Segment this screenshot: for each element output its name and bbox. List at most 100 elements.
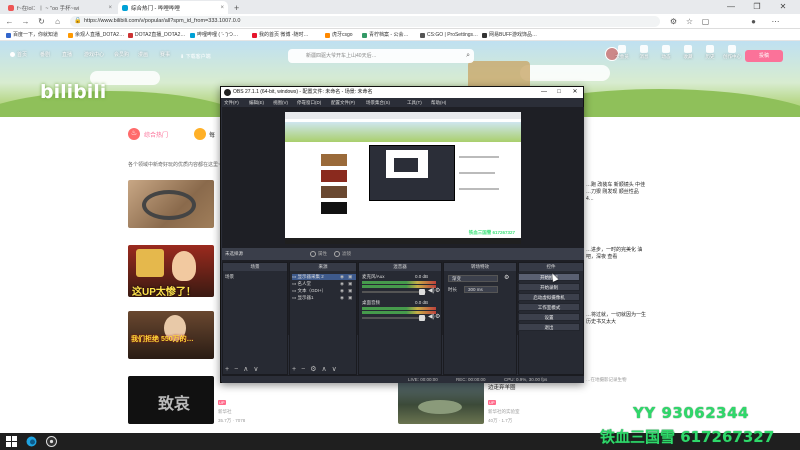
gear-icon[interactable]: ⚙ bbox=[310, 365, 318, 373]
browser-tab[interactable]: f~在lol：丨 ~ "oo 手杯~wi × bbox=[4, 1, 116, 14]
move-up-icon[interactable]: ∧ bbox=[243, 365, 250, 373]
source-item[interactable]: ▭ 文本（GDI+） bbox=[292, 288, 326, 294]
menu-view[interactable]: 视图(V) bbox=[273, 98, 288, 107]
menu-scene-collection[interactable]: 场景集合(S) bbox=[366, 98, 390, 107]
menu-help[interactable]: 帮助(H) bbox=[431, 98, 446, 107]
maximize-icon[interactable]: □ bbox=[552, 87, 566, 98]
move-down-icon[interactable]: ∨ bbox=[253, 365, 260, 373]
search-input[interactable]: 新疆四驱大爷开车上山40天后… ⌕ bbox=[288, 49, 474, 63]
new-tab-button[interactable]: + bbox=[230, 1, 242, 14]
tab-hot[interactable]: ♨ 综合热门 bbox=[128, 126, 180, 142]
video-title[interactable]: …进步，一时的完美化 油吧，深夜 查看 bbox=[586, 247, 646, 261]
nav-live[interactable]: 直播 bbox=[62, 51, 72, 58]
source-item[interactable]: ▭ 名人堂 bbox=[292, 281, 311, 287]
nav-manga[interactable]: 漫画 bbox=[138, 51, 148, 58]
visibility-eye-icon[interactable]: ◉ bbox=[340, 288, 344, 294]
transition-select[interactable]: 渐变 bbox=[448, 275, 498, 282]
bookmark-item[interactable]: CS:GO | ProSettings… bbox=[420, 31, 478, 39]
profile-icon[interactable]: ● bbox=[748, 16, 759, 27]
video-thumbnail[interactable]: 致哀 bbox=[128, 376, 214, 424]
creator-center-icon[interactable]: 创作中心 bbox=[722, 45, 742, 60]
video-author[interactable]: 新华社 bbox=[218, 409, 232, 415]
nav-anime[interactable]: 番剧 bbox=[40, 51, 50, 58]
dynamic-icon[interactable]: 动态 bbox=[656, 45, 676, 60]
edge-browser-icon[interactable] bbox=[26, 436, 37, 447]
move-up-icon[interactable]: ∧ bbox=[321, 365, 328, 373]
home-icon[interactable]: ⌂ bbox=[52, 16, 63, 27]
volume-slider[interactable] bbox=[362, 291, 426, 293]
bookmark-item[interactable]: 青柠档案 - 公会… bbox=[362, 31, 408, 39]
obs-taskbar-icon[interactable] bbox=[46, 436, 57, 447]
download-client-link[interactable]: ⬇ 下载客户端 bbox=[180, 53, 211, 60]
video-thumbnail[interactable] bbox=[398, 376, 484, 424]
source-item[interactable]: ▭ 显示器1 bbox=[292, 295, 314, 301]
minimize-icon[interactable]: — bbox=[537, 87, 551, 98]
lock-icon[interactable]: ▣ bbox=[348, 281, 352, 287]
more-menu-icon[interactable]: ⋯ bbox=[770, 16, 781, 27]
menu-profile[interactable]: 配置文件(P) bbox=[331, 98, 355, 107]
nav-game-center[interactable]: 游戏中心 bbox=[84, 51, 104, 58]
video-author[interactable]: 新华社的实验室 bbox=[488, 409, 520, 415]
start-recording-button[interactable]: 开始录制 bbox=[518, 283, 580, 291]
bookmark-item[interactable]: 余观人直播_DOTA2… bbox=[68, 31, 124, 39]
video-thumbnail[interactable]: 我们拒绝 550万的… bbox=[128, 311, 214, 359]
close-window-icon[interactable]: ✕ bbox=[568, 87, 582, 98]
speaker-icon[interactable]: ◀) bbox=[428, 313, 435, 320]
lock-icon[interactable]: ▣ bbox=[348, 288, 352, 294]
obs-window[interactable]: OBS 27.1.1 (64-bit, windows) - 配置文件: 未命名… bbox=[220, 86, 584, 383]
menu-docks[interactable]: 停靠窗口(D) bbox=[297, 98, 321, 107]
volume-slider-handle[interactable] bbox=[419, 315, 425, 321]
obs-title-bar[interactable]: OBS 27.1.1 (64-bit, windows) - 配置文件: 未命名… bbox=[221, 87, 583, 98]
properties-button[interactable]: 属性 bbox=[310, 250, 327, 258]
bookmark-item[interactable]: 我的首页 微博 -随时… bbox=[252, 31, 308, 39]
message-icon[interactable]: 消息 bbox=[634, 45, 654, 60]
collections-icon[interactable]: ▢ bbox=[700, 16, 711, 27]
bookmark-item[interactable]: 百度一下，你就知道 bbox=[6, 31, 58, 39]
maximize-icon[interactable]: ❐ bbox=[746, 0, 768, 14]
start-virtual-camera-button[interactable]: 启动虚拟摄像机 bbox=[518, 293, 580, 301]
windows-start-icon[interactable] bbox=[6, 436, 17, 447]
move-down-icon[interactable]: ∨ bbox=[332, 365, 339, 373]
visibility-eye-icon[interactable]: ◉ bbox=[340, 281, 344, 287]
reload-icon[interactable]: ↻ bbox=[36, 16, 47, 27]
filters-button[interactable]: 滤镜 bbox=[334, 250, 351, 258]
add-icon[interactable]: + bbox=[292, 366, 298, 373]
gear-icon[interactable]: ⚙ bbox=[435, 287, 440, 294]
vip-icon[interactable]: 大会员 bbox=[612, 45, 632, 60]
volume-slider[interactable] bbox=[362, 317, 426, 319]
menu-edit[interactable]: 编辑(E) bbox=[249, 98, 264, 107]
nav-mall[interactable]: 会员购 bbox=[114, 51, 129, 58]
minimize-icon[interactable]: — bbox=[720, 0, 742, 14]
source-item[interactable]: ▭ 显示器采集 2 bbox=[292, 274, 356, 280]
remove-icon[interactable]: − bbox=[301, 366, 307, 373]
favorites-icon[interactable]: 收藏 bbox=[678, 45, 698, 60]
lock-icon[interactable]: ▣ bbox=[348, 295, 352, 301]
extensions-icon[interactable]: ⚙ bbox=[668, 16, 679, 27]
remove-icon[interactable]: − bbox=[234, 366, 240, 373]
lock-icon[interactable]: ▣ bbox=[348, 274, 352, 280]
add-icon[interactable]: + bbox=[225, 366, 231, 373]
exit-button[interactable]: 退出 bbox=[518, 323, 580, 331]
studio-mode-button[interactable]: 工作室模式 bbox=[518, 303, 580, 311]
favorites-icon[interactable]: ☆ bbox=[684, 16, 695, 27]
gear-icon[interactable]: ⚙ bbox=[435, 313, 440, 320]
video-author[interactable]: UP bbox=[488, 400, 498, 405]
bookmark-item[interactable]: DOTA2直播_DOTA2… bbox=[128, 31, 185, 39]
video-title[interactable]: …跑 改装车 新顺镜头 中佳 …刀狠 刚发现 顺丝性品 4… bbox=[586, 182, 646, 203]
bookmark-item[interactable]: 虎牙csgo bbox=[325, 31, 353, 39]
gear-icon[interactable]: ⚙ bbox=[504, 274, 509, 281]
bookmark-item[interactable]: 网易BUFF游戏饰品… bbox=[482, 31, 537, 39]
video-title[interactable]: 边走弃羊圈 bbox=[488, 385, 516, 392]
duration-input[interactable]: 300 ms bbox=[464, 286, 498, 293]
video-author[interactable]: UP bbox=[218, 400, 228, 405]
scene-item[interactable]: 场景 bbox=[225, 274, 234, 280]
video-thumbnail[interactable]: 这UP太惨了！ bbox=[128, 245, 214, 297]
volume-slider-handle[interactable] bbox=[419, 289, 425, 295]
visibility-eye-icon[interactable]: ◉ bbox=[340, 295, 344, 301]
speaker-icon[interactable]: ◀) bbox=[428, 287, 435, 294]
video-title[interactable]: …将过就，一切就因为一生 历史书又太大 bbox=[586, 312, 646, 326]
nav-home[interactable]: 首页 bbox=[10, 51, 27, 58]
forward-icon[interactable]: → bbox=[20, 16, 31, 27]
search-icon[interactable]: ⌕ bbox=[466, 49, 470, 63]
nav-esports[interactable]: 赛事 bbox=[160, 51, 170, 58]
